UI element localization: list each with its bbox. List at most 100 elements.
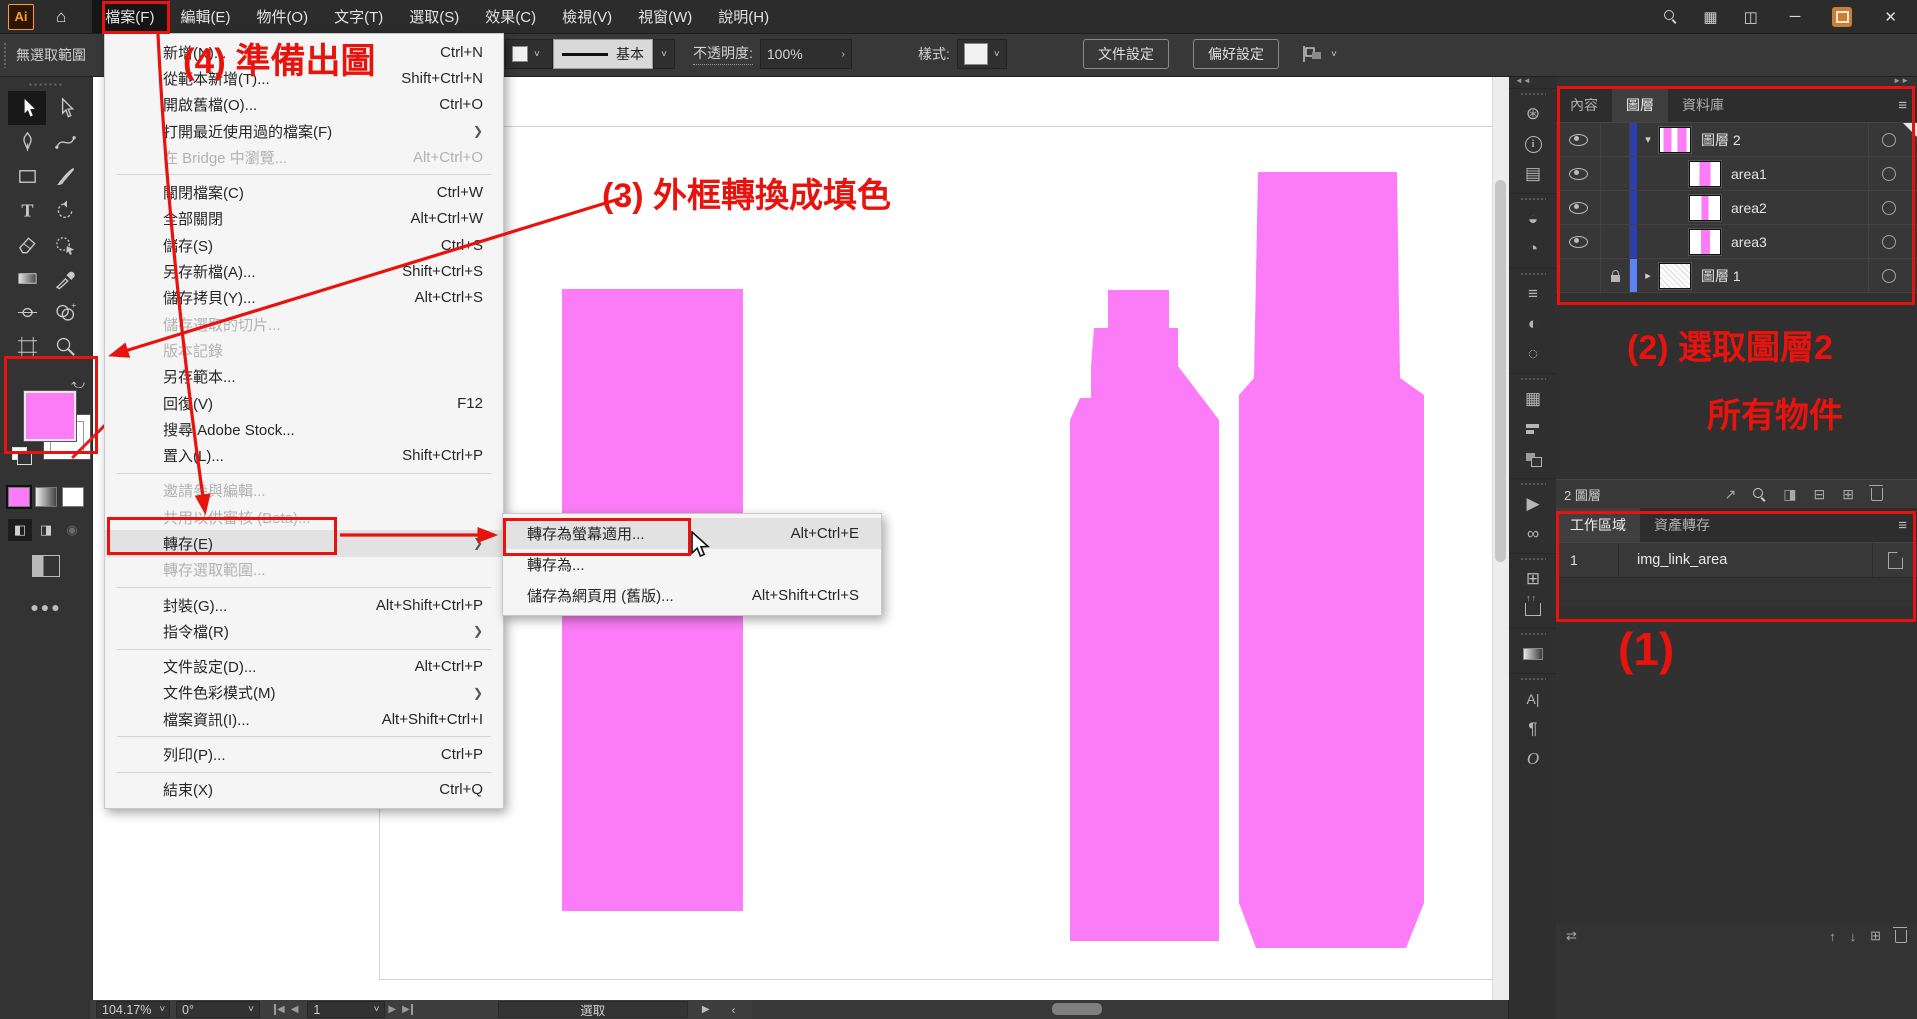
file-menu-item-2[interactable]: 開啟舊檔(O)...Ctrl+O bbox=[105, 92, 503, 118]
asset-export-icon[interactable] bbox=[1509, 594, 1557, 624]
none-button[interactable] bbox=[62, 487, 84, 507]
file-menu-item-5[interactable]: 關閉檔案(C)Ctrl+W bbox=[105, 179, 503, 205]
selection-tool[interactable] bbox=[8, 91, 46, 125]
stroke-icon[interactable]: ≡ bbox=[1509, 279, 1557, 309]
draw-normal-mode[interactable]: ◧ bbox=[8, 519, 32, 541]
visibility-toggle[interactable] bbox=[1556, 157, 1601, 190]
panel-group-gripper[interactable] bbox=[1520, 377, 1546, 381]
control-bar-gripper[interactable] bbox=[3, 42, 8, 68]
file-menu-item-7[interactable]: 儲存(S)Ctrl+S bbox=[105, 232, 503, 258]
tab-資產轉存[interactable]: 資產轉存 bbox=[1640, 508, 1724, 542]
status-display[interactable]: 選取 bbox=[498, 1001, 688, 1018]
tab-工作區域[interactable]: 工作區域 bbox=[1556, 508, 1640, 542]
panel-group-gripper[interactable] bbox=[1520, 632, 1546, 636]
home-icon[interactable]: ⌂ bbox=[56, 7, 66, 27]
document-setup-button[interactable]: 文件設定 bbox=[1083, 39, 1169, 69]
gradient-panel-icon[interactable] bbox=[1509, 639, 1557, 669]
layer-name[interactable]: area3 bbox=[1731, 234, 1767, 250]
next-artboard-button[interactable]: ▶ bbox=[388, 1004, 396, 1015]
rearrange-icon[interactable]: ⇄ bbox=[1566, 928, 1577, 944]
layer-name[interactable]: area1 bbox=[1731, 166, 1767, 182]
status-play-icon[interactable]: ▶ bbox=[702, 1004, 710, 1015]
edit-toolbar-icon[interactable]: ●●● bbox=[0, 599, 92, 615]
workspace-switcher-icon[interactable]: ▦ bbox=[1703, 8, 1717, 26]
visibility-toggle[interactable] bbox=[1556, 225, 1601, 258]
color-guide-icon[interactable]: ◔ bbox=[1509, 234, 1557, 264]
file-menu-item-14[interactable]: 搜尋 Adobe Stock... bbox=[105, 416, 503, 442]
fill-swatch[interactable] bbox=[24, 391, 76, 441]
swatches-icon[interactable]: ◒ bbox=[1509, 204, 1557, 234]
draw-behind-mode[interactable]: ◨ bbox=[34, 519, 58, 541]
layer-thumbnail[interactable] bbox=[1689, 195, 1721, 221]
transparency-icon[interactable]: ◐ bbox=[1509, 309, 1557, 339]
pen-tool[interactable] bbox=[8, 125, 46, 159]
paintbrush-tool[interactable] bbox=[46, 159, 84, 193]
visibility-toggle[interactable] bbox=[1556, 259, 1601, 292]
minimize-button[interactable]: ─ bbox=[1784, 8, 1807, 25]
layer-target[interactable] bbox=[1868, 259, 1909, 292]
panel-group-gripper[interactable] bbox=[1520, 677, 1546, 681]
rectangle-tool[interactable] bbox=[8, 159, 46, 193]
menu-說明(H)[interactable]: 說明(H) bbox=[705, 0, 782, 33]
layer-thumbnail[interactable] bbox=[1659, 263, 1691, 289]
info-icon[interactable]: i bbox=[1509, 129, 1557, 159]
eyedropper-tool[interactable] bbox=[46, 261, 84, 295]
menu-文字(T)[interactable]: 文字(T) bbox=[321, 0, 396, 33]
artboard-page-icon[interactable] bbox=[1888, 552, 1903, 569]
file-menu-item-23[interactable]: 文件色彩模式(M)❯ bbox=[105, 680, 503, 706]
artboard-row[interactable]: 1 img_link_area bbox=[1556, 543, 1917, 578]
actions-icon[interactable]: ▶ bbox=[1509, 489, 1557, 519]
vertical-scrollbar-thumb[interactable] bbox=[1495, 180, 1506, 562]
visibility-toggle[interactable] bbox=[1556, 123, 1601, 156]
color-button[interactable] bbox=[8, 487, 30, 507]
lock-toggle[interactable] bbox=[1601, 225, 1630, 258]
layer-name[interactable]: 圖層 2 bbox=[1701, 130, 1741, 150]
expand-panels-icon[interactable]: ◄◄ bbox=[1509, 76, 1557, 88]
rotate-tool[interactable] bbox=[46, 193, 84, 227]
curvature-tool[interactable] bbox=[46, 125, 84, 159]
style-dropdown[interactable]: ˅ bbox=[957, 39, 1007, 69]
menu-選取(S)[interactable]: 選取(S) bbox=[396, 0, 472, 33]
close-button[interactable]: ✕ bbox=[1878, 8, 1903, 26]
menu-檔案(F)[interactable]: 檔案(F) bbox=[92, 0, 167, 33]
panel-group-gripper[interactable] bbox=[1520, 197, 1546, 201]
zoom-tool[interactable] bbox=[46, 329, 84, 363]
draw-inside-mode[interactable]: ◉ bbox=[60, 519, 84, 541]
links-icon[interactable]: ∞ bbox=[1509, 519, 1557, 549]
direct-selection-tool[interactable] bbox=[46, 91, 84, 125]
preferences-button[interactable]: 偏好設定 bbox=[1193, 39, 1279, 69]
layer-row[interactable]: ▸圖層 1 bbox=[1556, 259, 1917, 293]
panel-menu-icon[interactable]: ≡ bbox=[1898, 97, 1907, 114]
opentype-icon[interactable]: O bbox=[1509, 744, 1557, 774]
layer-thumbnail[interactable] bbox=[1689, 229, 1721, 255]
layer-target[interactable] bbox=[1868, 191, 1909, 224]
file-menu-item-21[interactable]: 指令檔(R)❯ bbox=[105, 618, 503, 644]
eraser-tool[interactable] bbox=[8, 227, 46, 261]
file-menu-item-3[interactable]: 打開最近使用過的檔案(F)❯ bbox=[105, 118, 503, 144]
menu-物件(O)[interactable]: 物件(O) bbox=[243, 0, 321, 33]
opacity-label[interactable]: 不透明度: bbox=[693, 43, 753, 65]
character-icon[interactable]: A| bbox=[1509, 684, 1557, 714]
panel-group-gripper[interactable] bbox=[1520, 557, 1546, 561]
move-up-icon[interactable]: ↑ bbox=[1829, 929, 1836, 944]
width-tool[interactable] bbox=[8, 295, 46, 329]
bottle-right-shape[interactable] bbox=[1239, 172, 1424, 948]
bottle-middle-shape[interactable] bbox=[1070, 290, 1219, 941]
horizontal-scrollbar[interactable] bbox=[752, 1000, 1508, 1019]
export-submenu-item-2[interactable]: 儲存為網頁用 (舊版)...Alt+Shift+Ctrl+S bbox=[503, 580, 881, 611]
artboard-tool[interactable] bbox=[8, 329, 46, 363]
artboard-name[interactable]: img_link_area bbox=[1619, 543, 1873, 577]
artboard-options-icon[interactable]: ▦ bbox=[1509, 384, 1557, 414]
panel-group-gripper[interactable] bbox=[1520, 272, 1546, 276]
collect-for-export-icon[interactable]: ↗ bbox=[1725, 486, 1737, 503]
shaper-tool[interactable] bbox=[46, 227, 84, 261]
file-menu-item-1[interactable]: 從範本新增(T)...Shift+Ctrl+N bbox=[105, 65, 503, 91]
layer-target[interactable] bbox=[1868, 225, 1909, 258]
variant-dropdown[interactable]: ˅ bbox=[505, 39, 553, 69]
file-menu-item-6[interactable]: 全部關閉Alt+Ctrl+W bbox=[105, 206, 503, 232]
lock-toggle[interactable] bbox=[1601, 123, 1630, 156]
panel-menu-icon[interactable]: ≡ bbox=[1898, 517, 1907, 534]
zoom-level-dropdown[interactable]: 104.17%˅ bbox=[96, 1001, 170, 1018]
file-menu-item-9[interactable]: 儲存拷貝(Y)...Alt+Ctrl+S bbox=[105, 285, 503, 311]
file-menu-item-8[interactable]: 另存新檔(A)...Shift+Ctrl+S bbox=[105, 258, 503, 284]
